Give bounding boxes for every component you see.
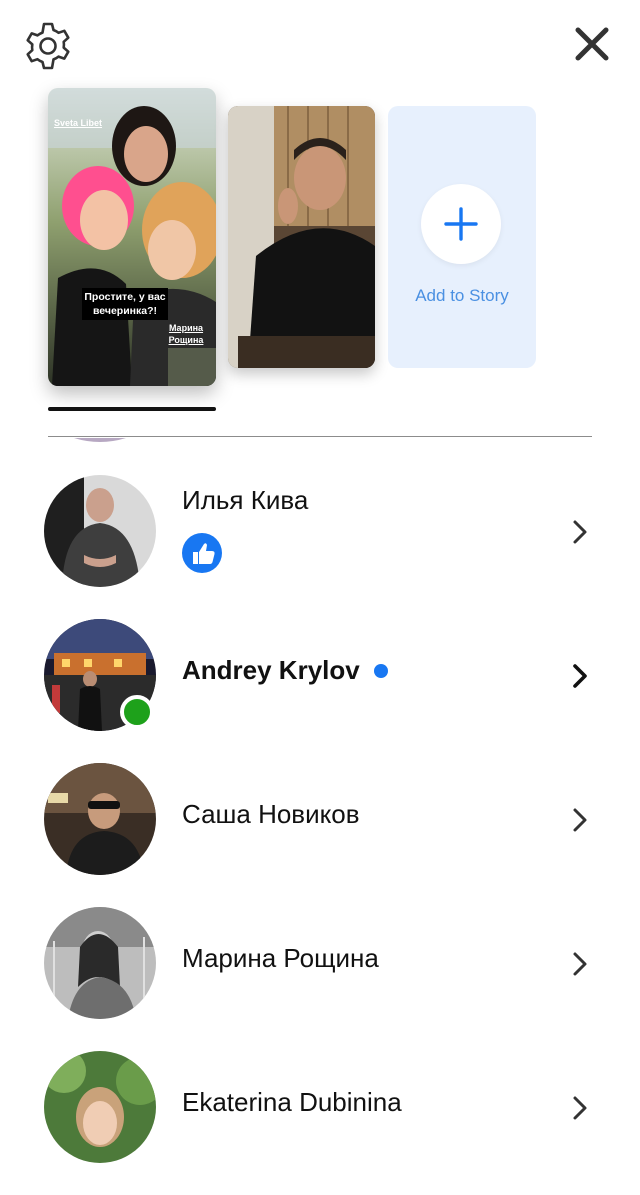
story-author-label: Sveta Libet — [54, 118, 103, 128]
close-button[interactable] — [572, 24, 612, 64]
thumbs-up-icon — [193, 543, 215, 564]
chevron-right-icon — [573, 1096, 587, 1120]
add-story-button[interactable] — [421, 184, 501, 264]
story-mention: Марина Рощина — [168, 323, 204, 345]
plus-icon — [444, 207, 478, 241]
online-indicator — [120, 695, 154, 729]
unread-indicator — [374, 663, 388, 678]
contact-name: Саша Новиков — [182, 799, 360, 829]
avatar — [44, 763, 156, 875]
contact-row[interactable]: Саша Новиков — [0, 763, 640, 907]
close-icon — [575, 27, 609, 61]
contact-name: Ekaterina Dubinina — [182, 1087, 402, 1117]
story-caption: Простите, у вас вечеринка?! — [82, 288, 168, 320]
contact-name: Илья Кива — [182, 485, 309, 515]
add-to-story-card[interactable]: Add to Story — [388, 106, 536, 368]
avatar — [44, 1051, 156, 1163]
chevron-right-icon — [573, 664, 587, 688]
contact-name: Марина Рощина — [182, 943, 379, 973]
like-badge — [182, 533, 222, 573]
story-photo — [228, 106, 375, 368]
contact-row[interactable]: Andrey Krylov — [0, 619, 640, 763]
add-to-story-label: Add to Story — [415, 286, 509, 305]
avatar — [44, 619, 156, 731]
contact-row[interactable]: Марина Рощина — [0, 907, 640, 1051]
avatar — [44, 475, 156, 587]
contact-row[interactable]: Ekaterina Dubinina — [0, 1051, 640, 1195]
gear-icon — [26, 22, 70, 70]
contact-row[interactable]: Илья Кива — [0, 475, 640, 619]
chevron-right-icon — [573, 520, 587, 544]
story-card-sveta[interactable]: Sveta Libet Простите, у вас вечеринка?! … — [48, 88, 216, 386]
list-divider — [48, 436, 592, 437]
story-active-indicator — [48, 407, 216, 411]
contact-name: Andrey Krylov — [182, 655, 360, 685]
avatar — [44, 907, 156, 1019]
chevron-right-icon — [573, 952, 587, 976]
avatar-peek — [74, 438, 126, 442]
settings-button[interactable] — [22, 20, 74, 72]
chevron-right-icon — [573, 808, 587, 832]
story-card-man[interactable] — [228, 106, 375, 368]
